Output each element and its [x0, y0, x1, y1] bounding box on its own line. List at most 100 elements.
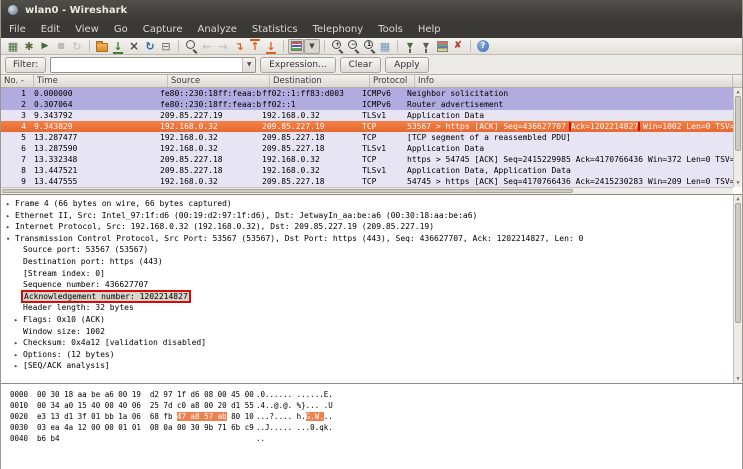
scroll-up-icon[interactable]: ▲	[734, 196, 742, 202]
capture-filters-icon[interactable]: ▼	[402, 39, 418, 54]
hex-row-0000[interactable]: 000000 30 18 aa be a6 00 19 d2 97 1f d6 …	[10, 389, 742, 400]
menu-analyze[interactable]: Analyze	[197, 24, 236, 35]
packet-row-2[interactable]: 20.307064fe80::230:18ff:feaa:bff02::1ICM…	[1, 99, 733, 110]
filter-dropdown-icon[interactable]: ▼	[242, 58, 255, 72]
detail-flags[interactable]: ▸Flags: 0x10 (ACK)	[1, 314, 742, 326]
hex-row-0020[interactable]: 0020e3 13 d1 3f 01 bb 1a 06 68 fb 47 a8 …	[10, 411, 742, 422]
menubar: File Edit View Go Capture Analyze Statis…	[1, 20, 742, 38]
apply-button[interactable]: Apply	[385, 57, 428, 73]
info-post: Win=1002 Len=0 TSV=3	[638, 122, 733, 131]
detail-options[interactable]: ▸Options: (12 bytes)	[1, 349, 742, 361]
auto-scroll-icon[interactable]: ▼	[304, 39, 320, 54]
coloring-rules-icon[interactable]	[434, 39, 450, 54]
titlebar: wlan0 - Wireshark	[1, 0, 742, 20]
scroll-up-icon[interactable]: ▲	[734, 89, 742, 95]
ack-number-annotation-box: Acknowledgement number: 1202214827	[23, 292, 189, 301]
menu-statistics[interactable]: Statistics	[252, 24, 298, 35]
packet-list-hscrollbar[interactable]	[1, 187, 733, 194]
detail-window-size[interactable]: Window size: 1002	[1, 326, 742, 338]
colorize-list-icon[interactable]	[288, 39, 304, 54]
details-vscrollbar[interactable]: ▲ ▼	[733, 195, 742, 383]
capture-options-icon[interactable]: ✱	[21, 39, 37, 54]
go-to-top-icon[interactable]: ↑	[247, 39, 263, 54]
ascii-highlight: G.W.	[306, 412, 324, 421]
toolbar-separator	[89, 40, 90, 52]
go-to-bottom-icon[interactable]: ↓	[263, 39, 279, 54]
filter-input[interactable]	[51, 58, 242, 72]
detail-header-length[interactable]: Header length: 32 bytes	[1, 302, 742, 314]
menu-telephony[interactable]: Telephony	[313, 24, 364, 35]
packet-row-1[interactable]: 10.000000fe80::230:18ff:feaa:bff02::1:ff…	[1, 88, 733, 99]
list-interfaces-icon[interactable]: ▦	[5, 39, 21, 54]
hex-highlight: 47 a8 57 ab	[177, 412, 227, 421]
filter-bar: Filter: ▼ Expression... Clear Apply	[1, 55, 742, 75]
hex-row-0040[interactable]: 0040b6 b4..	[10, 433, 742, 444]
column-header-destination[interactable]: Destination	[270, 75, 370, 87]
main-toolbar: ▦ ✱ ▶ ■ ↻ ↓ × ↻ ⊟ ← → ↴ ↑ ↓ ▼ + − 1 ▦ ▼ …	[1, 38, 742, 55]
column-header-no[interactable]: No. -	[1, 75, 34, 87]
column-header-info[interactable]: Info	[415, 75, 733, 87]
go-to-packet-icon[interactable]: ↴	[231, 39, 247, 54]
expression-button[interactable]: Expression...	[260, 57, 335, 73]
menu-view[interactable]: View	[75, 24, 99, 35]
go-back-icon: ←	[199, 39, 215, 54]
menu-edit[interactable]: Edit	[41, 24, 60, 35]
column-header-time[interactable]: Time	[34, 75, 168, 87]
detail-sequence-number[interactable]: Sequence number: 436627707	[1, 279, 742, 291]
filter-label-button[interactable]: Filter:	[5, 57, 46, 73]
packet-row-9[interactable]: 913.447555192.168.0.32209.85.227.18TCP54…	[1, 176, 733, 187]
zoom-100-icon[interactable]: 1	[361, 39, 377, 54]
capture-start-icon[interactable]: ▶	[37, 39, 53, 54]
packet-row-4-selected[interactable]: 49.343829192.168.0.32209.85.227.19TCP535…	[1, 121, 733, 132]
scroll-down-icon[interactable]: ▼	[734, 376, 742, 382]
window-menu-icon[interactable]	[8, 5, 18, 15]
toolbar-separator	[397, 40, 398, 52]
packet-row-7[interactable]: 713.332348209.85.227.18192.168.0.32TCPht…	[1, 154, 733, 165]
file-open-icon[interactable]	[94, 39, 110, 54]
hex-row-0030[interactable]: 003003 ea 4a 12 00 00 01 01 08 0a 00 30 …	[10, 422, 742, 433]
packet-row-3[interactable]: 39.343792209.85.227.19192.168.0.32TLSv1A…	[1, 110, 733, 121]
column-header-protocol[interactable]: Protocol	[370, 75, 415, 87]
detail-tcp[interactable]: ▾Transmission Control Protocol, Src Port…	[1, 233, 742, 245]
detail-destination-port[interactable]: Destination port: https (443)	[1, 256, 742, 268]
zoom-in-icon[interactable]: +	[329, 39, 345, 54]
hex-row-0010[interactable]: 001000 34 a0 15 40 00 40 06 25 7d c0 a8 …	[10, 400, 742, 411]
reload-icon[interactable]: ↻	[142, 39, 158, 54]
filter-input-wrap: ▼	[50, 57, 256, 73]
toolbar-separator	[178, 40, 179, 52]
menu-tools[interactable]: Tools	[378, 24, 403, 35]
detail-ack-number-selected[interactable]: Acknowledgement number: 1202214827	[1, 291, 742, 303]
menu-capture[interactable]: Capture	[143, 24, 183, 35]
menu-file[interactable]: File	[9, 24, 26, 35]
file-save-icon[interactable]: ↓	[110, 39, 126, 54]
help-icon[interactable]: ?	[475, 39, 491, 54]
print-icon[interactable]: ⊟	[158, 39, 174, 54]
window-title: wlan0 - Wireshark	[25, 5, 127, 16]
resize-columns-icon[interactable]: ▦	[377, 39, 393, 54]
packet-row-6[interactable]: 613.287590192.168.0.32209.85.227.18TLSv1…	[1, 143, 733, 154]
clear-button[interactable]: Clear	[340, 57, 382, 73]
packet-list-vscrollbar[interactable]: ▲ ▼	[733, 88, 742, 187]
detail-frame[interactable]: ▸Frame 4 (66 bytes on wire, 66 bytes cap…	[1, 198, 742, 210]
find-packet-icon[interactable]	[183, 39, 199, 54]
detail-checksum[interactable]: ▸Checksum: 0x4a12 [validation disabled]	[1, 337, 742, 349]
zoom-out-icon[interactable]: −	[345, 39, 361, 54]
preferences-icon[interactable]: ✘	[450, 39, 466, 54]
detail-ip[interactable]: ▸Internet Protocol, Src: 192.168.0.32 (1…	[1, 221, 742, 233]
display-filters-icon[interactable]: ▼	[418, 39, 434, 54]
capture-restart-icon: ↻	[69, 39, 85, 54]
detail-ethernet[interactable]: ▸Ethernet II, Src: Intel_97:1f:d6 (00:19…	[1, 210, 742, 222]
wireshark-window: wlan0 - Wireshark File Edit View Go Capt…	[0, 0, 743, 469]
packet-row-5[interactable]: 513.287477192.168.0.32209.85.227.18TCP[T…	[1, 132, 733, 143]
file-close-icon[interactable]: ×	[126, 39, 142, 54]
menu-help[interactable]: Help	[418, 24, 441, 35]
scroll-down-icon[interactable]: ▼	[734, 180, 742, 186]
packet-row-8[interactable]: 813.447521209.85.227.18192.168.0.32TLSv1…	[1, 165, 733, 176]
capture-stop-icon: ■	[53, 39, 69, 54]
detail-stream-index[interactable]: [Stream index: 0]	[1, 268, 742, 280]
column-header-source[interactable]: Source	[168, 75, 270, 87]
detail-source-port[interactable]: Source port: 53567 (53567)	[1, 244, 742, 256]
menu-go[interactable]: Go	[114, 24, 128, 35]
detail-seq-ack-analysis[interactable]: ▸[SEQ/ACK analysis]	[1, 360, 742, 372]
packet-details-pane: ▸Frame 4 (66 bytes on wire, 66 bytes cap…	[1, 195, 742, 384]
